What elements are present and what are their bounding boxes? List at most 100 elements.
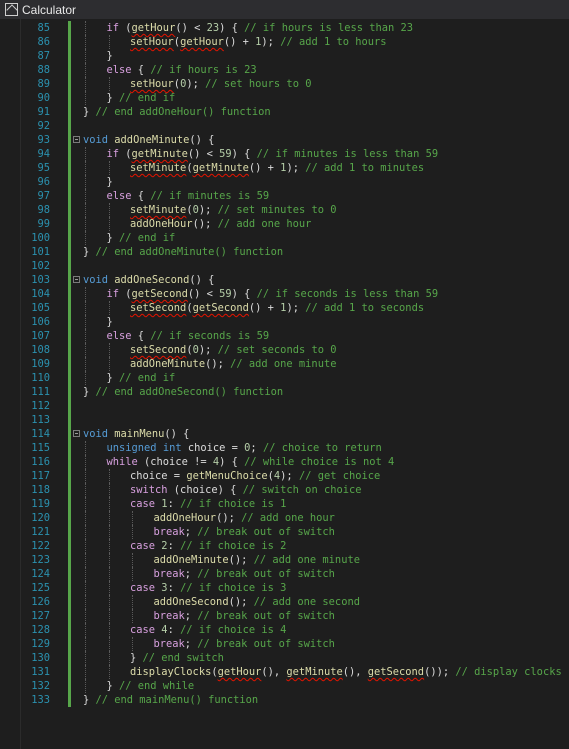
code-line[interactable]: 96} bbox=[0, 175, 569, 189]
code-text: setHour(getHour() + 1); // add 1 to hour… bbox=[130, 35, 387, 49]
code-token: } bbox=[83, 694, 96, 706]
code-token: () { bbox=[189, 134, 215, 146]
code-line[interactable]: 113 bbox=[0, 413, 569, 427]
code-token: // add one hour bbox=[217, 218, 312, 230]
code-line[interactable]: 103 void addOneSecond() { bbox=[0, 273, 569, 287]
code-line[interactable]: 85 if (getHour() < 23) { // if hours is l… bbox=[0, 21, 569, 35]
code-line[interactable]: 106} bbox=[0, 315, 569, 329]
collapse-icon[interactable] bbox=[73, 430, 80, 437]
code-line[interactable]: 105 setSecond(getSecond() + 1); // add 1 … bbox=[0, 301, 569, 315]
code-line[interactable]: 115 unsigned int choice = 0; // choice to… bbox=[0, 441, 569, 455]
code-line[interactable]: 110} // end if bbox=[0, 371, 569, 385]
change-marker bbox=[68, 21, 71, 35]
code-line[interactable]: 101} // end addOneMinute() function bbox=[0, 245, 569, 259]
code-text: addOneMinute(); // add one minute bbox=[154, 553, 360, 567]
indent-guide bbox=[85, 539, 86, 553]
code-line[interactable]: 94 if (getMinute() < 59) { // if minutes … bbox=[0, 147, 569, 161]
code-line[interactable]: 125 case 3: // if choice is 3 bbox=[0, 581, 569, 595]
code-token: addOneSecond bbox=[114, 274, 190, 286]
code-text: displayClocks(getHour(), getMinute(), ge… bbox=[130, 665, 562, 679]
change-marker bbox=[68, 203, 71, 217]
change-marker bbox=[68, 63, 71, 77]
code-line[interactable]: 119 case 1: // if choice is 1 bbox=[0, 497, 569, 511]
line-number: 121 bbox=[31, 526, 50, 538]
code-line[interactable]: 127 break; // break out of switch bbox=[0, 609, 569, 623]
code-line[interactable]: 114 void mainMenu() { bbox=[0, 427, 569, 441]
change-marker bbox=[68, 147, 71, 161]
code-token: ) { bbox=[231, 288, 257, 300]
code-line[interactable]: 104 if (getSecond() < 59) { // if seconds… bbox=[0, 287, 569, 301]
code-line[interactable]: 123 addOneMinute(); // add one minute bbox=[0, 553, 569, 567]
code-line[interactable]: 93 void addOneMinute() { bbox=[0, 133, 569, 147]
code-line[interactable]: 133} // end mainMenu() function bbox=[0, 693, 569, 707]
code-line[interactable]: 97 else { // if minutes is 59 bbox=[0, 189, 569, 203]
code-line[interactable]: 117 choice = getMenuChoice(4); // get cho… bbox=[0, 469, 569, 483]
code-token: : bbox=[167, 582, 181, 594]
code-line[interactable]: 118 switch (choice) { // switch on choice bbox=[0, 483, 569, 497]
indent-guide bbox=[85, 595, 86, 609]
collapse-icon[interactable] bbox=[73, 276, 80, 283]
code-line[interactable]: 108 setSecond(0); // set seconds to 0 bbox=[0, 343, 569, 357]
code-token: () { bbox=[164, 428, 190, 440]
code-token: // choice to return bbox=[262, 442, 382, 454]
code-token: getSecond bbox=[131, 288, 188, 300]
code-token: 59 bbox=[219, 148, 232, 160]
code-line[interactable]: 89 setHour(0); // set hours to 0 bbox=[0, 77, 569, 91]
code-line[interactable]: 98 setMinute(0); // set minutes to 0 bbox=[0, 203, 569, 217]
indent-guide bbox=[85, 175, 86, 189]
code-token: // if choice is 4 bbox=[180, 624, 287, 636]
code-token: unsigned bbox=[106, 442, 157, 454]
change-marker bbox=[68, 413, 71, 427]
indent-guide bbox=[85, 189, 86, 203]
code-line[interactable]: 130} // end switch bbox=[0, 651, 569, 665]
code-line[interactable]: 87} bbox=[0, 49, 569, 63]
code-line[interactable]: 102 bbox=[0, 259, 569, 273]
code-token: // if choice is 2 bbox=[180, 540, 287, 552]
code-line[interactable]: 92 bbox=[0, 119, 569, 133]
code-token: (), bbox=[261, 666, 287, 678]
calculator-app-icon bbox=[5, 3, 18, 16]
code-line[interactable]: 111} // end addOneSecond() function bbox=[0, 385, 569, 399]
code-line[interactable]: 91} // end addOneHour() function bbox=[0, 105, 569, 119]
code-editor[interactable]: 85 if (getHour() < 23) { // if hours is l… bbox=[0, 19, 569, 749]
code-line[interactable]: 122 case 2: // if choice is 2 bbox=[0, 539, 569, 553]
code-line[interactable]: 100} // end if bbox=[0, 231, 569, 245]
code-line[interactable]: 132} // end while bbox=[0, 679, 569, 693]
code-token: ); bbox=[198, 204, 218, 216]
code-token: // end if bbox=[119, 232, 176, 244]
code-line[interactable]: 121 break; // break out of switch bbox=[0, 525, 569, 539]
indent-guide bbox=[85, 497, 86, 511]
code-token: } bbox=[130, 652, 143, 664]
code-line[interactable]: 124 break; // break out of switch bbox=[0, 567, 569, 581]
line-number: 117 bbox=[31, 470, 50, 482]
code-line[interactable]: 88 else { // if hours is 23 bbox=[0, 63, 569, 77]
code-line[interactable]: 95 setMinute(getMinute() + 1); // add 1 t… bbox=[0, 161, 569, 175]
code-line[interactable]: 90} // end if bbox=[0, 91, 569, 105]
line-number: 93 bbox=[37, 134, 50, 146]
code-token: // set seconds to 0 bbox=[217, 344, 337, 356]
change-marker bbox=[68, 441, 71, 455]
code-line[interactable]: 129 break; // break out of switch bbox=[0, 637, 569, 651]
line-number: 130 bbox=[31, 652, 50, 664]
code-text: else { // if minutes is 59 bbox=[107, 189, 270, 203]
code-line[interactable]: 116 while (choice != 4) { // while choice… bbox=[0, 455, 569, 469]
code-line[interactable]: 131 displayClocks(getHour(), getMinute(),… bbox=[0, 665, 569, 679]
collapse-icon[interactable] bbox=[73, 136, 80, 143]
code-line[interactable]: 126 addOneSecond(); // add one second bbox=[0, 595, 569, 609]
code-line[interactable]: 107 else { // if seconds is 59 bbox=[0, 329, 569, 343]
indent-guide bbox=[108, 567, 110, 581]
code-text: setSecond(getSecond() + 1); // add 1 to … bbox=[130, 301, 424, 315]
code-token: // end addOneMinute() function bbox=[95, 246, 284, 258]
code-line[interactable]: 112 bbox=[0, 399, 569, 413]
indent-guide bbox=[85, 469, 86, 483]
code-token: : bbox=[167, 498, 181, 510]
code-text: break; // break out of switch bbox=[154, 567, 335, 581]
code-line[interactable]: 86 setHour(getHour() + 1); // add 1 to ho… bbox=[0, 35, 569, 49]
code-line[interactable]: 99 addOneHour(); // add one hour bbox=[0, 217, 569, 231]
code-line[interactable]: 120 addOneHour(); // add one hour bbox=[0, 511, 569, 525]
code-text: setSecond(0); // set seconds to 0 bbox=[130, 343, 336, 357]
code-text: unsigned int choice = 0; // choice to re… bbox=[107, 441, 382, 455]
code-token: // add one hour bbox=[241, 512, 335, 524]
code-line[interactable]: 109 addOneMinute(); // add one minute bbox=[0, 357, 569, 371]
code-line[interactable]: 128 case 4: // if choice is 4 bbox=[0, 623, 569, 637]
